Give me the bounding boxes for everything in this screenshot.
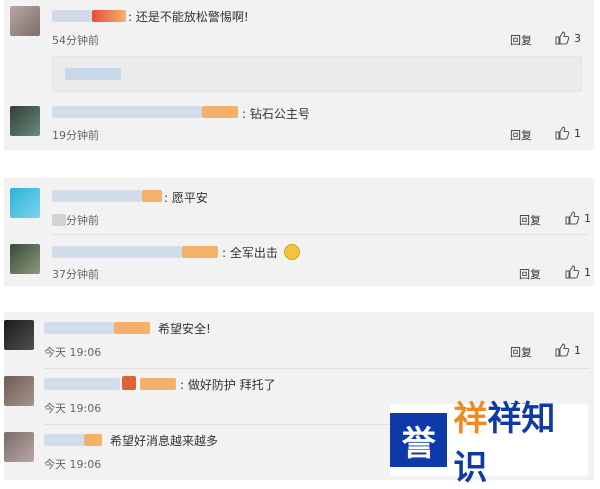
like-count: 1	[584, 265, 591, 279]
like-button[interactable]: 1	[564, 210, 591, 226]
like-button[interactable]: 1	[554, 342, 581, 358]
avatar[interactable]	[10, 106, 40, 136]
reply-button[interactable]: 回复	[510, 344, 532, 360]
avatar[interactable]	[10, 188, 40, 218]
logo-box: 誉	[390, 413, 448, 467]
username-blurred[interactable]	[44, 322, 114, 334]
comment-time: 19分钟前	[52, 129, 99, 142]
username-blurred[interactable]	[44, 378, 120, 390]
like-button[interactable]: 1	[554, 125, 581, 141]
avatar[interactable]	[4, 376, 34, 406]
divider	[44, 368, 590, 369]
avatar[interactable]	[4, 432, 34, 462]
user-badge	[182, 246, 218, 258]
comment-time: 今天 19:06	[44, 346, 102, 359]
reply-button[interactable]: 回复	[510, 127, 532, 143]
comment-time: 今天 19:06	[44, 402, 102, 415]
avatar[interactable]	[4, 320, 34, 350]
user-badge	[114, 322, 150, 334]
like-count: 3	[574, 31, 581, 45]
user-badge	[142, 190, 162, 202]
logo-text-orange: 祥	[453, 399, 488, 439]
divider	[52, 234, 588, 235]
username-blurred[interactable]	[52, 10, 92, 22]
user-badge	[84, 434, 102, 446]
comment-row: 希望安全! 今天 19:06 回复 1	[4, 312, 594, 366]
comment-row: : 还是不能放松警惕啊! 54分钟前 回复 3	[4, 0, 594, 52]
like-button[interactable]: 3	[554, 30, 581, 46]
thumbs-up-icon	[555, 343, 570, 357]
user-badge	[122, 376, 136, 390]
comment-text: : 愿平安	[164, 191, 208, 205]
logo-text: 祥祥知识	[447, 391, 588, 489]
thumbs-up-icon	[555, 31, 570, 45]
comment-text: 希望好消息越来越多	[110, 434, 219, 448]
comment-panel-1: : 还是不能放松警惕啊! 54分钟前 回复 3 : 钻石公主号 19分钟前 回复…	[4, 0, 594, 150]
user-badge	[140, 378, 176, 390]
quoted-comment	[52, 56, 582, 92]
like-button[interactable]: 1	[564, 264, 591, 280]
comment-text: : 还是不能放松警惕啊!	[128, 10, 249, 24]
username-blurred[interactable]	[52, 106, 202, 118]
thumbs-up-icon	[565, 211, 580, 225]
like-count: 1	[574, 343, 581, 357]
avatar[interactable]	[10, 6, 40, 36]
quoted-text-blurred	[65, 68, 121, 80]
like-count: 1	[574, 126, 581, 140]
watermark-logo: 誉 祥祥知识	[390, 399, 588, 488]
reply-button[interactable]: 回复	[519, 212, 541, 228]
comment-text: 希望安全!	[158, 322, 211, 336]
laughing-emoji-icon	[284, 244, 300, 260]
comment-panel-2: : 愿平安 分钟前 回复 1 : 全军出击 37分钟前 回复 1	[4, 178, 594, 286]
comment-time: 分钟前	[66, 214, 99, 227]
comment-text: : 全军出击	[222, 246, 278, 260]
comment-row: : 钻石公主号 19分钟前 回复 1	[4, 100, 594, 148]
username-blurred[interactable]	[52, 190, 142, 202]
comment-row: : 全军出击 37分钟前 回复 1	[4, 236, 594, 286]
avatar[interactable]	[10, 244, 40, 274]
thumbs-up-icon	[555, 126, 570, 140]
user-badge	[202, 106, 238, 118]
reply-button[interactable]: 回复	[519, 266, 541, 282]
like-count: 1	[584, 211, 591, 225]
username-blurred[interactable]	[52, 246, 182, 258]
user-badge	[92, 10, 126, 22]
reply-button[interactable]: 回复	[510, 32, 532, 48]
comment-text: : 做好防护 拜托了	[180, 378, 276, 392]
thumbs-up-icon	[565, 265, 580, 279]
comment-time: 今天 19:06	[44, 458, 102, 471]
comment-text: : 钻石公主号	[242, 107, 310, 121]
username-blurred[interactable]	[44, 434, 84, 446]
time-blurred	[52, 214, 66, 226]
comment-time: 37分钟前	[52, 268, 99, 281]
comment-time: 54分钟前	[52, 34, 99, 47]
comment-row: : 愿平安 分钟前 回复 1	[4, 178, 594, 230]
